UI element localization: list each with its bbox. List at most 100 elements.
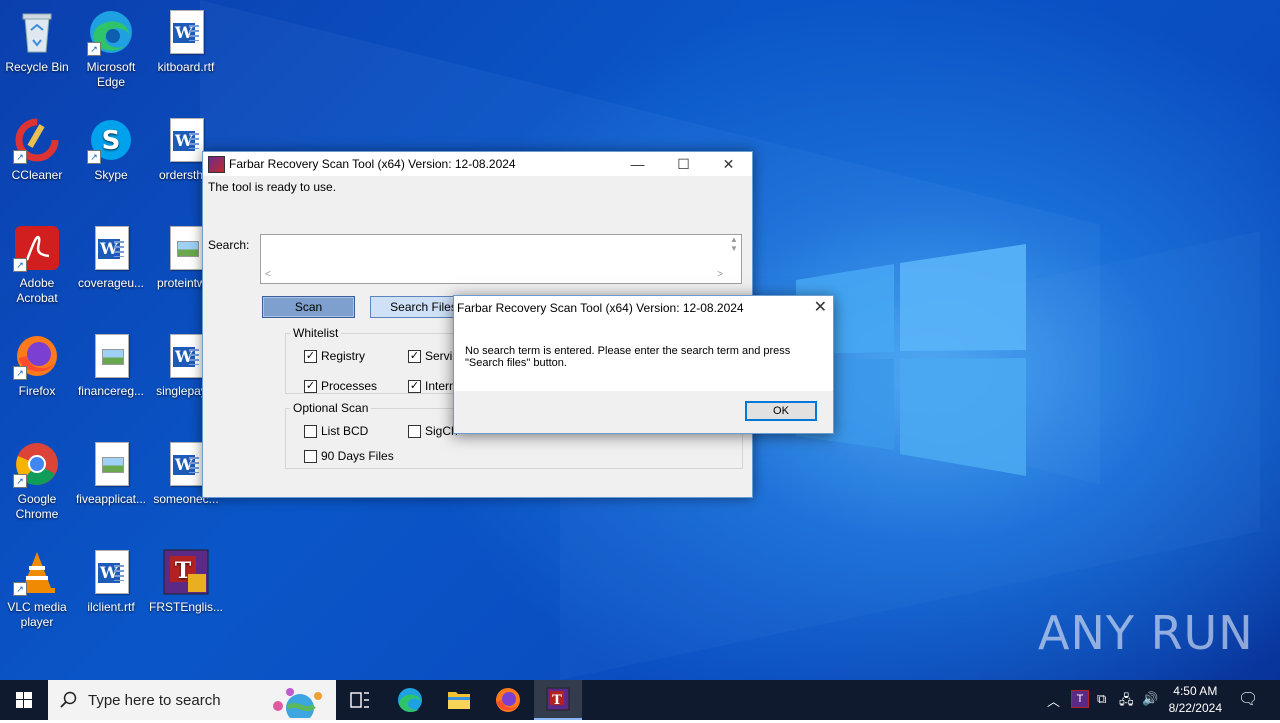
desktop-icon-coverage-doc[interactable]: W coverageu... <box>74 224 148 291</box>
image-file-icon <box>87 332 135 380</box>
dialog-footer: OK <box>454 391 833 433</box>
desktop-icon-financereg-image[interactable]: financereg... <box>74 332 148 399</box>
checkbox-box: ✓ <box>408 379 421 393</box>
dialog-message: No search term is entered. Please enter … <box>465 345 815 369</box>
desktop-icon-label: Microsoft Edge <box>86 60 136 89</box>
desktop: Recycle Bin ↗ CCleaner ↗ Adobe Acrobat ↗… <box>0 0 1280 680</box>
search-label: Search: <box>208 238 250 252</box>
chevron-up-icon[interactable]: ︿ <box>1047 691 1060 710</box>
checkbox-box <box>304 424 317 438</box>
checkbox-list-bcd[interactable]: List BCD <box>304 424 368 438</box>
desktop-icon-label: coverageu... <box>77 276 145 290</box>
desktop-icon-frst[interactable]: T FRSTEnglis... <box>149 548 223 615</box>
optional-scan-legend: Optional Scan <box>293 401 369 415</box>
desktop-icon-label: FRSTEnglis... <box>149 600 224 614</box>
desktop-icon-firefox[interactable]: ↗ Firefox <box>0 332 74 399</box>
checkbox-registry[interactable]: ✓ Registry <box>304 349 365 363</box>
frst-tray-icon[interactable]: T <box>1071 690 1089 708</box>
shortcut-arrow-icon: ↗ <box>13 258 27 272</box>
skype-icon: S ↗ <box>87 116 135 164</box>
frst-app-icon: T <box>546 687 570 711</box>
desktop-icon-google-chrome[interactable]: ↗ Google Chrome <box>0 440 74 522</box>
checkbox-box: ✓ <box>304 349 317 363</box>
volume-icon[interactable]: 🔊 <box>1142 691 1158 707</box>
desktop-icon-adobe-acrobat[interactable]: ↗ Adobe Acrobat <box>0 224 74 306</box>
ccleaner-icon: ↗ <box>13 116 61 164</box>
task-view-button[interactable] <box>336 680 384 720</box>
vertical-scrollbar[interactable]: ▲ ▼ <box>727 235 741 267</box>
desktop-icon-label: fiveapplicat... <box>75 492 147 506</box>
notifications-icon[interactable]: 🗨 <box>1238 689 1258 709</box>
dialog-title: Farbar Recovery Scan Tool (x64) Version:… <box>457 301 744 315</box>
status-text: The tool is ready to use. <box>208 180 337 194</box>
horizontal-scrollbar[interactable]: < > <box>261 269 727 283</box>
edge-icon: ↗ <box>87 8 135 56</box>
window-title: Farbar Recovery Scan Tool (x64) Version:… <box>229 157 516 171</box>
checkbox-label: Processes <box>321 379 378 393</box>
image-file-icon <box>87 440 135 488</box>
desktop-icon-label: financereg... <box>77 384 145 398</box>
minimize-button[interactable]: — <box>615 152 660 176</box>
desktop-icon-vlc[interactable]: ↗ VLC media player <box>0 548 74 630</box>
taskbar-edge[interactable] <box>386 680 434 720</box>
shortcut-arrow-icon: ↗ <box>87 42 101 56</box>
message-dialog[interactable]: Farbar Recovery Scan Tool (x64) Version:… <box>453 295 834 434</box>
whitelist-legend: Whitelist <box>293 326 339 340</box>
dialog-message-line: "Search files" button. <box>465 357 567 369</box>
desktop-icon-label: CCleaner <box>11 168 63 182</box>
checkbox-90-days-files[interactable]: 90 Days Files <box>304 449 394 463</box>
desktop-icon-recycle-bin[interactable]: Recycle Bin <box>0 8 74 75</box>
start-button[interactable] <box>0 680 48 720</box>
checkbox-internet[interactable]: ✓ Intern <box>408 379 456 393</box>
desktop-icon-ilclient-doc[interactable]: W ilclient.rtf <box>74 548 148 615</box>
search-input[interactable]: ▲ ▼ < > <box>260 234 742 284</box>
close-button[interactable]: ✕ <box>706 152 751 176</box>
clock[interactable]: 4:50 AM 8/22/2024 <box>1169 683 1222 717</box>
search-placeholder: Type here to search <box>88 692 221 709</box>
dialog-close-button[interactable]: ✕ <box>814 297 827 317</box>
svg-text:T: T <box>552 693 562 708</box>
taskbar-file-explorer[interactable] <box>435 680 483 720</box>
window-titlebar[interactable]: Farbar Recovery Scan Tool (x64) Version:… <box>203 152 752 176</box>
frst-app-icon: T <box>162 548 210 596</box>
checkbox-box: ✓ <box>408 349 421 363</box>
checkbox-box <box>304 449 317 463</box>
taskbar-firefox[interactable] <box>484 680 532 720</box>
checkbox-label: Registry <box>321 349 366 363</box>
recycle-bin-icon <box>13 8 61 56</box>
taskbar-search-box[interactable]: Type here to search <box>48 680 336 720</box>
acrobat-icon: ↗ <box>13 224 61 272</box>
shortcut-arrow-icon: ↗ <box>13 150 27 164</box>
folder-icon <box>448 692 470 709</box>
desktop-icon-label: Skype <box>94 168 128 182</box>
taskbar-frst[interactable]: T <box>534 680 582 720</box>
task-view-icon <box>350 692 369 708</box>
checkbox-processes[interactable]: ✓ Processes <box>304 379 377 393</box>
checkbox-sigcheck[interactable]: SigCh <box>408 424 458 438</box>
desktop-icon-label: Firefox <box>18 384 56 398</box>
desktop-icon-skype[interactable]: S ↗ Skype <box>74 116 148 183</box>
word-document-icon: W <box>87 224 135 272</box>
desktop-icon-fiveapplicat-image[interactable]: fiveapplicat... <box>74 440 148 507</box>
scan-button[interactable]: Scan <box>262 296 355 318</box>
shortcut-arrow-icon: ↗ <box>13 474 27 488</box>
checkbox-label: List BCD <box>321 424 369 438</box>
desktop-icon-microsoft-edge[interactable]: ↗ Microsoft Edge <box>74 8 148 90</box>
ok-button[interactable]: OK <box>745 401 817 421</box>
firefox-icon <box>496 688 520 712</box>
checkbox-box <box>408 424 421 438</box>
desktop-icon-label: Google Chrome <box>15 492 59 521</box>
network-icon[interactable]: 🖧 <box>1119 691 1134 713</box>
device-tray-icon[interactable]: ⧉ <box>1097 691 1106 707</box>
clock-time: 4:50 AM <box>1173 684 1218 698</box>
maximize-button[interactable]: ☐ <box>661 152 706 176</box>
vlc-cone-icon: ↗ <box>13 548 61 596</box>
desktop-icon-kitboard-doc[interactable]: W kitboard.rtf <box>149 8 223 75</box>
anyrun-watermark: ANY RUN <box>1038 606 1254 660</box>
checkbox-services[interactable]: ✓ Servic <box>408 349 458 363</box>
desktop-icon-label: VLC media player <box>7 600 67 629</box>
checkbox-label: Intern <box>425 379 456 393</box>
svg-text:S: S <box>102 126 121 156</box>
desktop-icon-ccleaner[interactable]: ↗ CCleaner <box>0 116 74 183</box>
desktop-icon-label: Recycle Bin <box>5 60 69 74</box>
